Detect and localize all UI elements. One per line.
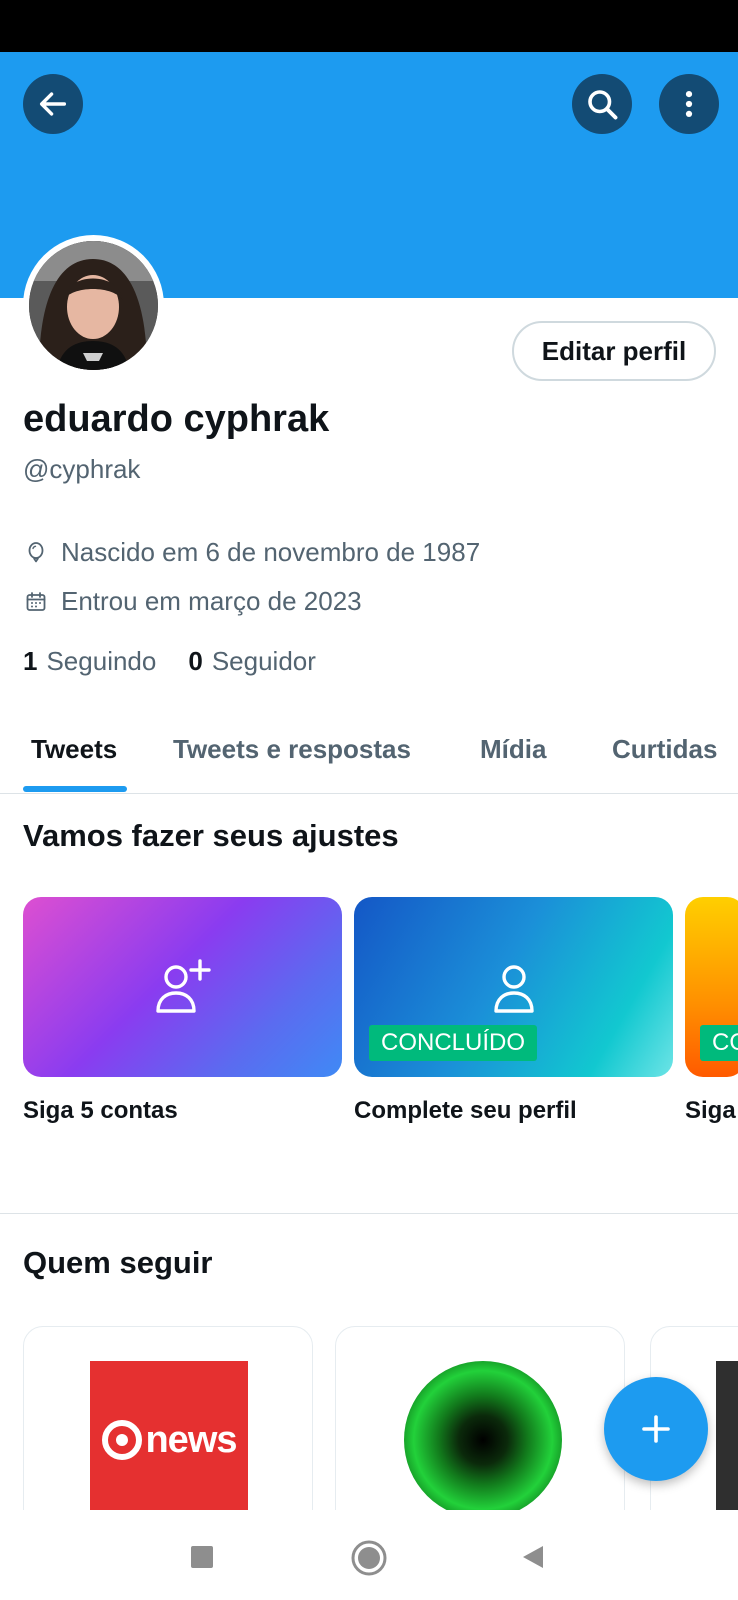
person-add-icon [148,953,218,1023]
search-icon [588,90,618,120]
followers-label: Seguidor [211,646,316,676]
tab-likes[interactable]: Curtidas [612,734,717,765]
following-label: Seguindo [46,646,157,676]
edit-profile-button[interactable]: Editar perfil [512,321,716,381]
follow-stats: 1 Seguindo 0 Seguidor [23,646,348,677]
arrow-left-icon [39,92,67,116]
setup-card-label: Siga 5 contas [23,1097,178,1124]
plus-icon [642,1415,670,1443]
profile-handle: @cyphrak [23,454,141,484]
tab-tweets[interactable]: Tweets [31,734,117,765]
home-button[interactable] [349,1538,389,1578]
following-link[interactable]: 1 Seguindo [23,646,156,677]
avatar-photo [29,241,158,370]
followers-link[interactable]: 0 Seguidor [188,646,316,677]
triangle-back-icon [523,1546,543,1568]
setup-card-label: Siga [685,1097,736,1124]
completed-badge: CONCLUÍDO [369,1025,538,1061]
balloon-icon [23,540,49,566]
tab-tweets-replies[interactable]: Tweets e respostas [173,734,411,765]
following-count: 1 [23,646,38,676]
person-icon [479,953,549,1023]
setup-card-label: Complete seu perfil [354,1097,577,1124]
section-divider [0,1213,738,1214]
avatar[interactable] [23,235,164,376]
completed-badge: CO [700,1025,738,1061]
circle-icon [351,1540,387,1576]
setup-card-third[interactable]: CO [685,897,738,1077]
who-to-follow-title: Quem seguir [23,1245,213,1280]
setup-section-title: Vamos fazer seus ajustes [23,818,399,853]
tab-media[interactable]: Mídia [480,734,546,765]
setup-card-profile[interactable]: CONCLUÍDO [354,897,673,1077]
setup-card-follow[interactable] [23,897,342,1077]
green-eye-avatar [404,1361,562,1519]
square-icon [191,1546,213,1568]
calendar-icon [23,589,49,615]
recents-button[interactable] [187,1542,217,1572]
more-vertical-icon [685,90,693,118]
logo-text: news [145,1418,237,1461]
more-options-button[interactable] [659,74,719,134]
search-button[interactable] [572,74,632,134]
birthday-text: Nascido em 6 de novembro de 1987 [61,537,481,567]
dark-avatar [716,1361,738,1519]
profile-name: eduardo cyphrak [23,398,330,440]
back-system-button[interactable] [518,1542,548,1572]
status-bar [0,0,738,52]
compose-tweet-button[interactable] [604,1377,708,1481]
back-button[interactable] [23,74,83,134]
profile-tabs: Tweets Tweets e respostas Mídia Curtidas [0,700,738,794]
followers-count: 0 [188,646,203,676]
joined-row: Entrou em março de 2023 [23,586,362,617]
birthday-row: Nascido em 6 de novembro de 1987 [23,537,480,568]
joined-text: Entrou em março de 2023 [61,586,362,616]
active-tab-indicator [23,786,127,792]
globo-news-logo: news [90,1361,248,1519]
